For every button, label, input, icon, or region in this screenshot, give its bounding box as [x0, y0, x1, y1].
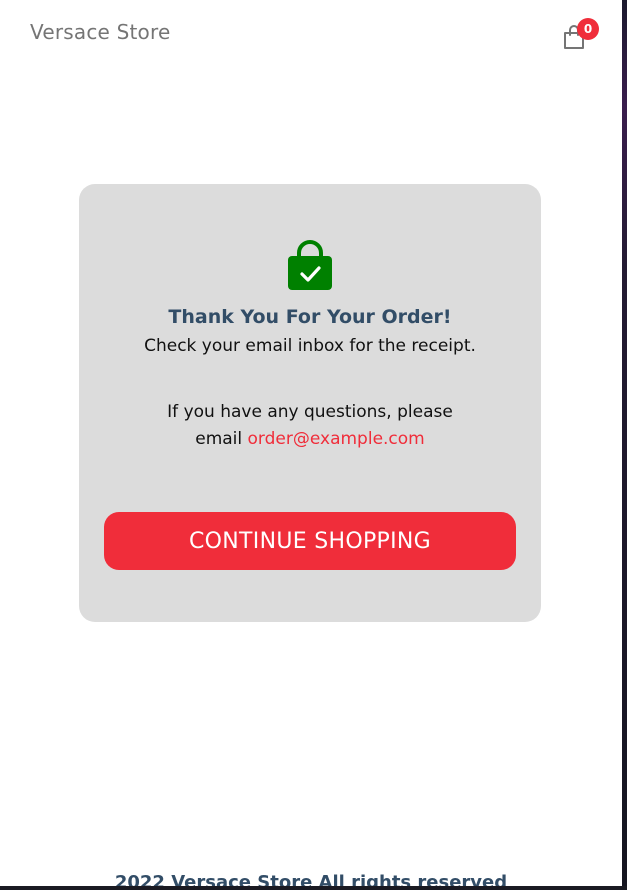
cart-count-badge: 0 — [577, 18, 599, 40]
questions-text: If you have any questions, please — [167, 402, 453, 422]
cart-button[interactable]: 0 — [561, 18, 599, 50]
page: Versace Store 0 Thank You For Your Order… — [0, 0, 622, 886]
order-success-card: Thank You For Your Order! Check your ema… — [79, 184, 541, 622]
support-email-link[interactable]: order@example.com — [248, 429, 425, 449]
window-bottom-edge — [0, 886, 627, 890]
footer-copyright: 2022 Versace Store All rights reserved — [114, 872, 508, 886]
thank-you-title: Thank You For Your Order! — [168, 306, 452, 328]
continue-shopping-button[interactable]: CONTINUE SHOPPING — [104, 512, 516, 570]
window-edge — [622, 0, 627, 890]
email-prefix-text: email — [195, 429, 243, 449]
receipt-message: Check your email inbox for the receipt. — [144, 336, 476, 356]
contact-message: If you have any questions, please email … — [79, 399, 541, 453]
shopping-bag-check-icon — [286, 240, 334, 292]
store-logo-link[interactable]: Versace Store — [30, 20, 170, 44]
